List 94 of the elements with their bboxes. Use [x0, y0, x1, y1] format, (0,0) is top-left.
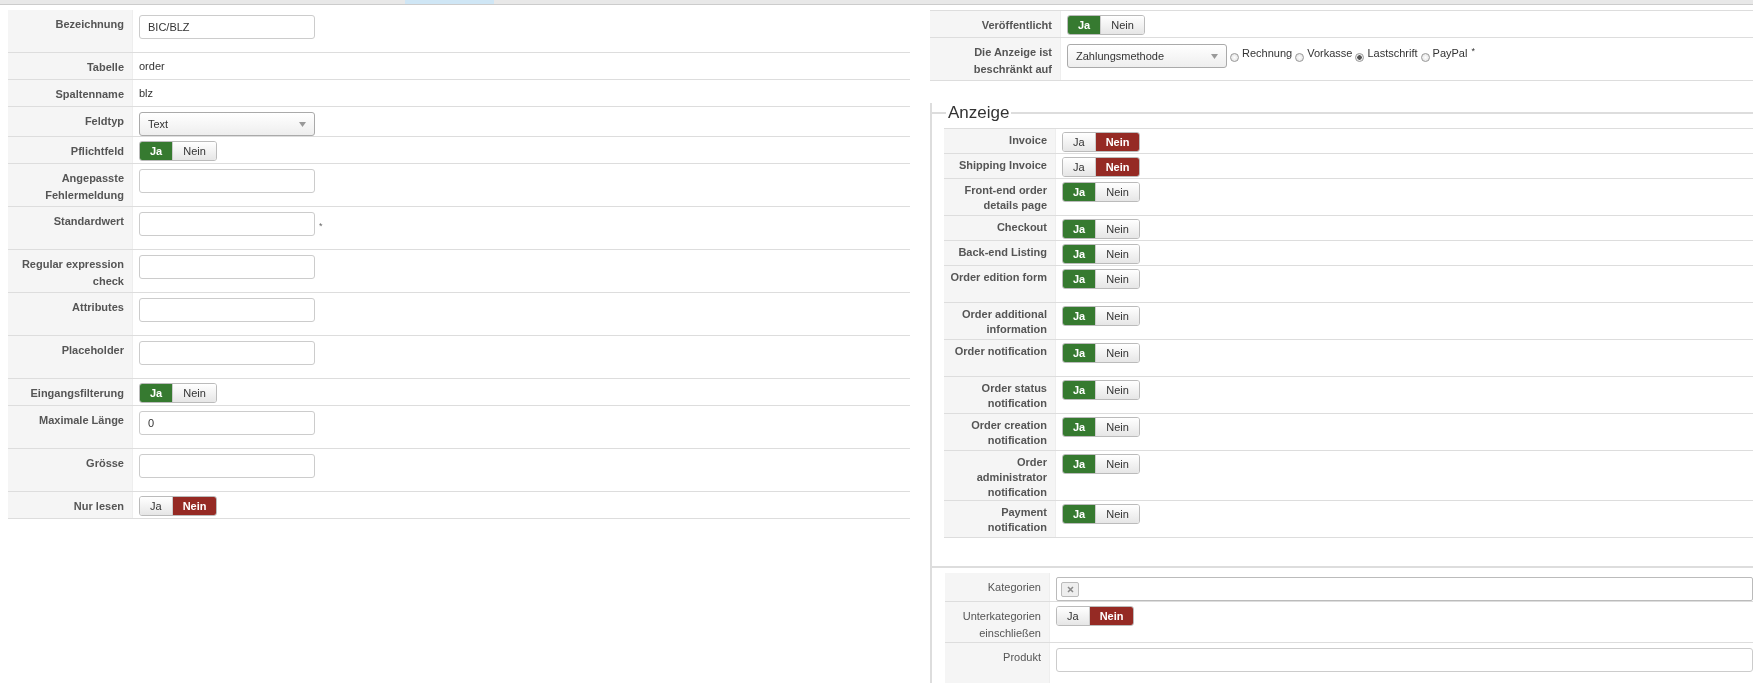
radio-button[interactable] — [1230, 53, 1239, 62]
field-label: Veröffentlicht — [981, 18, 1052, 33]
toggle-option[interactable]: Ja — [1063, 307, 1096, 325]
remove-chip[interactable] — [1061, 581, 1079, 597]
field-label: Bezeichnung — [55, 17, 124, 32]
toggle-option[interactable]: Nein — [1095, 220, 1139, 238]
field-label: Order notification — [954, 344, 1047, 359]
required-mark: * — [319, 221, 323, 231]
field-label: Pflichtfeld — [70, 144, 124, 159]
field-label: Order additional information — [961, 307, 1047, 337]
toggle-option[interactable]: Ja — [140, 142, 173, 160]
field-label: Produkt — [1003, 650, 1041, 665]
field-label: Feldtyp — [84, 114, 124, 129]
caret-icon — [299, 121, 306, 127]
toggle-option[interactable]: Ja — [1063, 270, 1096, 288]
field-label: Order status notification — [980, 381, 1047, 411]
field-label: Regular expression check — [20, 257, 124, 289]
toggle-option[interactable]: Ja — [1063, 245, 1096, 263]
field-label: Eingangsfilterung — [30, 386, 124, 401]
radio-button[interactable] — [1355, 53, 1365, 62]
field-label: Nur lesen — [73, 499, 124, 514]
toggle-option[interactable]: Nein — [1095, 418, 1139, 436]
field-label: Checkout — [996, 220, 1047, 235]
toggle-option[interactable]: Nein — [1095, 344, 1139, 362]
field-label: Kategorien — [987, 580, 1041, 595]
field-label: Back-end Listing — [958, 245, 1047, 260]
toggle-option[interactable]: Ja — [1063, 505, 1096, 523]
field-label: Order administrator notification — [975, 455, 1047, 500]
field-value: blz — [139, 86, 154, 99]
radio-label: PayPal — [1432, 46, 1468, 59]
toggle-option[interactable]: Ja — [140, 497, 172, 515]
text-field[interactable] — [139, 298, 315, 322]
text-field[interactable] — [139, 454, 315, 478]
toggle-option[interactable]: Ja — [1063, 158, 1095, 176]
toggle-option[interactable]: Nein — [1088, 607, 1134, 625]
toggle-option[interactable]: Nein — [1095, 455, 1139, 473]
text-field[interactable] — [1056, 648, 1753, 672]
toggle-option[interactable]: Nein — [1095, 270, 1139, 288]
toggle-option[interactable]: Nein — [1094, 133, 1140, 151]
field-value: order — [139, 59, 165, 72]
text-field[interactable]: 0 — [139, 411, 315, 435]
toggle-option[interactable]: Nein — [1095, 245, 1139, 263]
radio-button[interactable] — [1420, 53, 1430, 62]
toggle-option[interactable]: Ja — [1063, 418, 1096, 436]
field-label: Attributes — [72, 300, 124, 315]
text-field[interactable] — [139, 341, 315, 365]
field-label: Die Anzeige ist beschränkt auf — [972, 45, 1052, 77]
text-field[interactable]: BIC/BLZ — [139, 15, 315, 39]
text-field[interactable] — [139, 212, 315, 236]
caret-icon — [1211, 53, 1218, 59]
text-field[interactable] — [139, 255, 315, 279]
field-label: Spaltenname — [55, 87, 124, 102]
toggle-option[interactable]: Ja — [1063, 381, 1096, 399]
radio-button[interactable] — [1295, 53, 1305, 62]
field-label: Unterkategorien einschließen — [961, 609, 1041, 641]
text-field[interactable] — [139, 169, 315, 193]
field-label: Tabelle — [86, 60, 124, 75]
field-label: Payment notification — [986, 505, 1047, 535]
toggle-option[interactable]: Nein — [1095, 307, 1139, 325]
field-label: Shipping Invoice — [959, 158, 1047, 173]
toggle-option[interactable]: Nein — [172, 142, 216, 160]
toggle-option[interactable]: Ja — [1063, 220, 1096, 238]
required-mark: * — [1470, 45, 1475, 56]
field-label: Standardwert — [53, 214, 124, 229]
field-label: Front-end order details page — [963, 183, 1047, 213]
toggle-option[interactable]: Nein — [172, 384, 216, 402]
toggle-option[interactable]: Ja — [1057, 607, 1089, 625]
field-label: Placeholder — [61, 343, 124, 358]
toggle-option[interactable]: Ja — [1068, 16, 1101, 34]
dropdown[interactable]: Zahlungsmethode — [1067, 44, 1227, 68]
radio-label: Lastschrift — [1367, 46, 1418, 59]
radio-label: Vorkasse — [1307, 46, 1353, 59]
field-label: Angepasste Fehlermeldung — [44, 171, 124, 203]
toggle-option[interactable]: Ja — [140, 384, 173, 402]
toggle-option[interactable]: Nein — [1095, 183, 1139, 201]
toggle-option[interactable]: Nein — [1094, 158, 1140, 176]
field-label: Invoice — [1009, 133, 1047, 148]
tag-field[interactable] — [1056, 577, 1753, 601]
toggle-option[interactable]: Ja — [1063, 133, 1095, 151]
field-label: Maximale Länge — [39, 413, 124, 428]
radio-label: Rechnung — [1242, 46, 1293, 59]
toggle-option[interactable]: Nein — [171, 497, 217, 515]
toggle-option[interactable]: Nein — [1095, 505, 1139, 523]
toggle-option[interactable]: Ja — [1063, 183, 1096, 201]
close-icon — [1066, 585, 1074, 593]
toggle-option[interactable]: Ja — [1063, 455, 1096, 473]
field-label: Grösse — [86, 456, 124, 471]
section-legend: Anzeige — [946, 103, 1012, 123]
toggle-option[interactable]: Nein — [1095, 381, 1139, 399]
toggle-option[interactable]: Nein — [1100, 16, 1144, 34]
field-label: Order creation notification — [970, 418, 1047, 448]
toggle-option[interactable]: Ja — [1063, 344, 1096, 362]
field-label: Order edition form — [950, 270, 1047, 285]
dropdown[interactable]: Text — [139, 112, 315, 136]
